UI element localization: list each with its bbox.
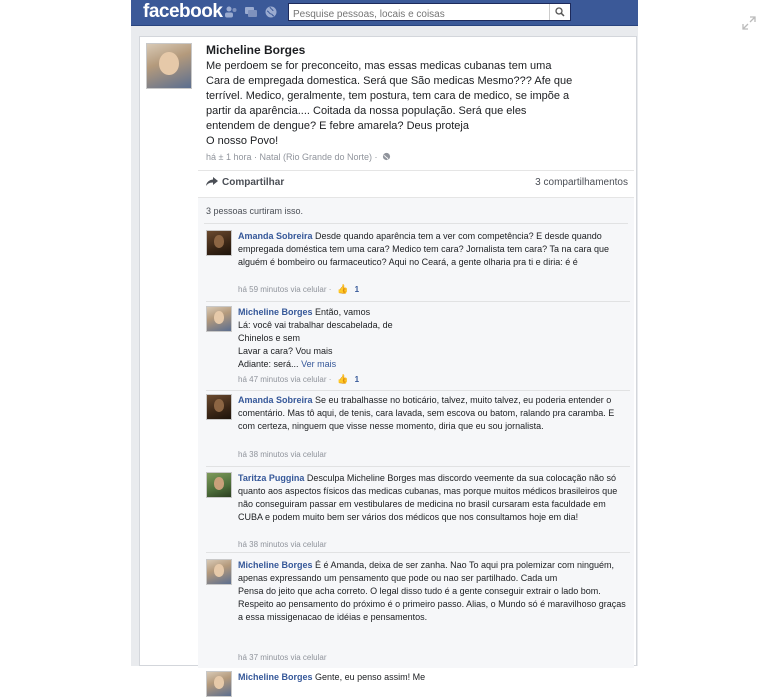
search-input[interactable] bbox=[289, 6, 552, 23]
like-icon[interactable]: 👍 bbox=[337, 284, 348, 295]
comment-meta: há 47 minutos via celular · 👍 1 bbox=[238, 374, 359, 385]
divider bbox=[206, 301, 630, 302]
comment-item: Amanda Sobreira Se eu trabalhasse no bot… bbox=[206, 394, 630, 462]
commenter-name[interactable]: Micheline Borges bbox=[238, 560, 313, 570]
comment-text: Amanda Sobreira Se eu trabalhasse no bot… bbox=[238, 394, 630, 433]
comment-timestamp: há 38 minutos via celular bbox=[238, 540, 327, 549]
comment-item: Micheline Borges É é Amanda, deixa de se… bbox=[206, 559, 630, 665]
commenter-name[interactable]: Amanda Sobreira bbox=[238, 395, 313, 405]
likes-summary[interactable]: 3 pessoas curtiram isso. bbox=[206, 206, 303, 216]
post-text: Me perdoem se for preconceito, mas essas… bbox=[206, 60, 573, 147]
messages-icon[interactable] bbox=[244, 5, 258, 19]
commenter-avatar[interactable] bbox=[206, 394, 232, 420]
comment-item: Amanda Sobreira Desde quando aparência t… bbox=[206, 230, 630, 296]
comment-meta: há 59 minutos via celular · 👍 1 bbox=[238, 284, 359, 295]
comment-timestamp: há 38 minutos via celular bbox=[238, 450, 327, 459]
friend-requests-icon[interactable] bbox=[224, 5, 238, 19]
top-bar: facebook bbox=[131, 0, 638, 26]
search-button[interactable] bbox=[549, 4, 570, 20]
expand-icon[interactable] bbox=[742, 16, 756, 30]
share-bar: Compartilhar 3 compartilhamentos bbox=[198, 171, 634, 195]
commenter-name[interactable]: Micheline Borges bbox=[238, 307, 313, 317]
post-author-avatar[interactable] bbox=[146, 43, 192, 89]
comments-section: 3 pessoas curtiram isso. Amanda Sobreira… bbox=[198, 197, 634, 697]
commenter-avatar[interactable] bbox=[206, 230, 232, 256]
post-author-name[interactable]: Micheline Borges bbox=[206, 43, 305, 57]
commenter-avatar[interactable] bbox=[206, 559, 232, 585]
comment-meta: há 38 minutos via celular bbox=[238, 540, 327, 549]
divider bbox=[206, 466, 630, 467]
comment-timestamp: há 37 minutos via celular bbox=[238, 653, 327, 662]
comment-like-count: 1 bbox=[354, 285, 360, 294]
divider bbox=[206, 390, 630, 391]
share-count[interactable]: 3 compartilhamentos bbox=[535, 177, 628, 188]
post-timestamp-location: há ± 1 hora · Natal (Rio Grande do Norte… bbox=[206, 152, 378, 162]
comment-meta: há 38 minutos via celular bbox=[238, 450, 327, 459]
commenter-avatar[interactable] bbox=[206, 306, 232, 332]
comment-item: Micheline Borges Gente, eu penso assim! … bbox=[206, 671, 630, 697]
divider bbox=[206, 552, 630, 553]
comment-body: Gente, eu penso assim! Me bbox=[315, 672, 426, 682]
like-icon[interactable]: 👍 bbox=[337, 374, 348, 385]
page-background: Micheline Borges Me perdoem se for preco… bbox=[131, 26, 638, 697]
share-arrow-icon bbox=[206, 177, 218, 186]
comment-timestamp: há 47 minutos via celular · bbox=[238, 375, 332, 384]
comment-text: Micheline Borges Gente, eu penso assim! … bbox=[238, 671, 630, 684]
commenter-avatar[interactable] bbox=[206, 472, 232, 498]
comment-text: Amanda Sobreira Desde quando aparência t… bbox=[238, 230, 630, 269]
search-icon bbox=[555, 7, 565, 17]
commenter-avatar[interactable] bbox=[206, 671, 232, 697]
commenter-name[interactable]: Micheline Borges bbox=[238, 672, 313, 682]
divider bbox=[204, 223, 628, 224]
facebook-logo[interactable]: facebook bbox=[143, 1, 223, 23]
commenter-name[interactable]: Amanda Sobreira bbox=[238, 231, 313, 241]
comment-meta: há 37 minutos via celular bbox=[238, 653, 327, 662]
notification-jewels bbox=[224, 5, 278, 19]
notifications-globe-icon[interactable] bbox=[264, 5, 278, 19]
comment-item: Taritza Puggina Desculpa Micheline Borge… bbox=[206, 472, 630, 552]
privacy-globe-icon bbox=[382, 152, 391, 161]
comment-text: Micheline Borges É é Amanda, deixa de se… bbox=[238, 559, 630, 624]
comment-text: Taritza Puggina Desculpa Micheline Borge… bbox=[238, 472, 630, 524]
comment-like-count: 1 bbox=[354, 375, 360, 384]
share-label: Compartilhar bbox=[222, 177, 285, 188]
see-more-link[interactable]: Ver mais bbox=[301, 359, 336, 369]
comment-timestamp: há 59 minutos via celular · bbox=[238, 285, 332, 294]
post-meta: há ± 1 hora · Natal (Rio Grande do Norte… bbox=[206, 152, 391, 162]
commenter-name[interactable]: Taritza Puggina bbox=[238, 473, 304, 483]
share-button[interactable]: Compartilhar bbox=[206, 177, 284, 188]
comment-text: Micheline Borges Então, vamos Lá: você v… bbox=[238, 306, 630, 371]
post-card: Micheline Borges Me perdoem se for preco… bbox=[139, 36, 637, 697]
comment-item: Micheline Borges Então, vamos Lá: você v… bbox=[206, 306, 630, 386]
search-box bbox=[288, 3, 571, 23]
